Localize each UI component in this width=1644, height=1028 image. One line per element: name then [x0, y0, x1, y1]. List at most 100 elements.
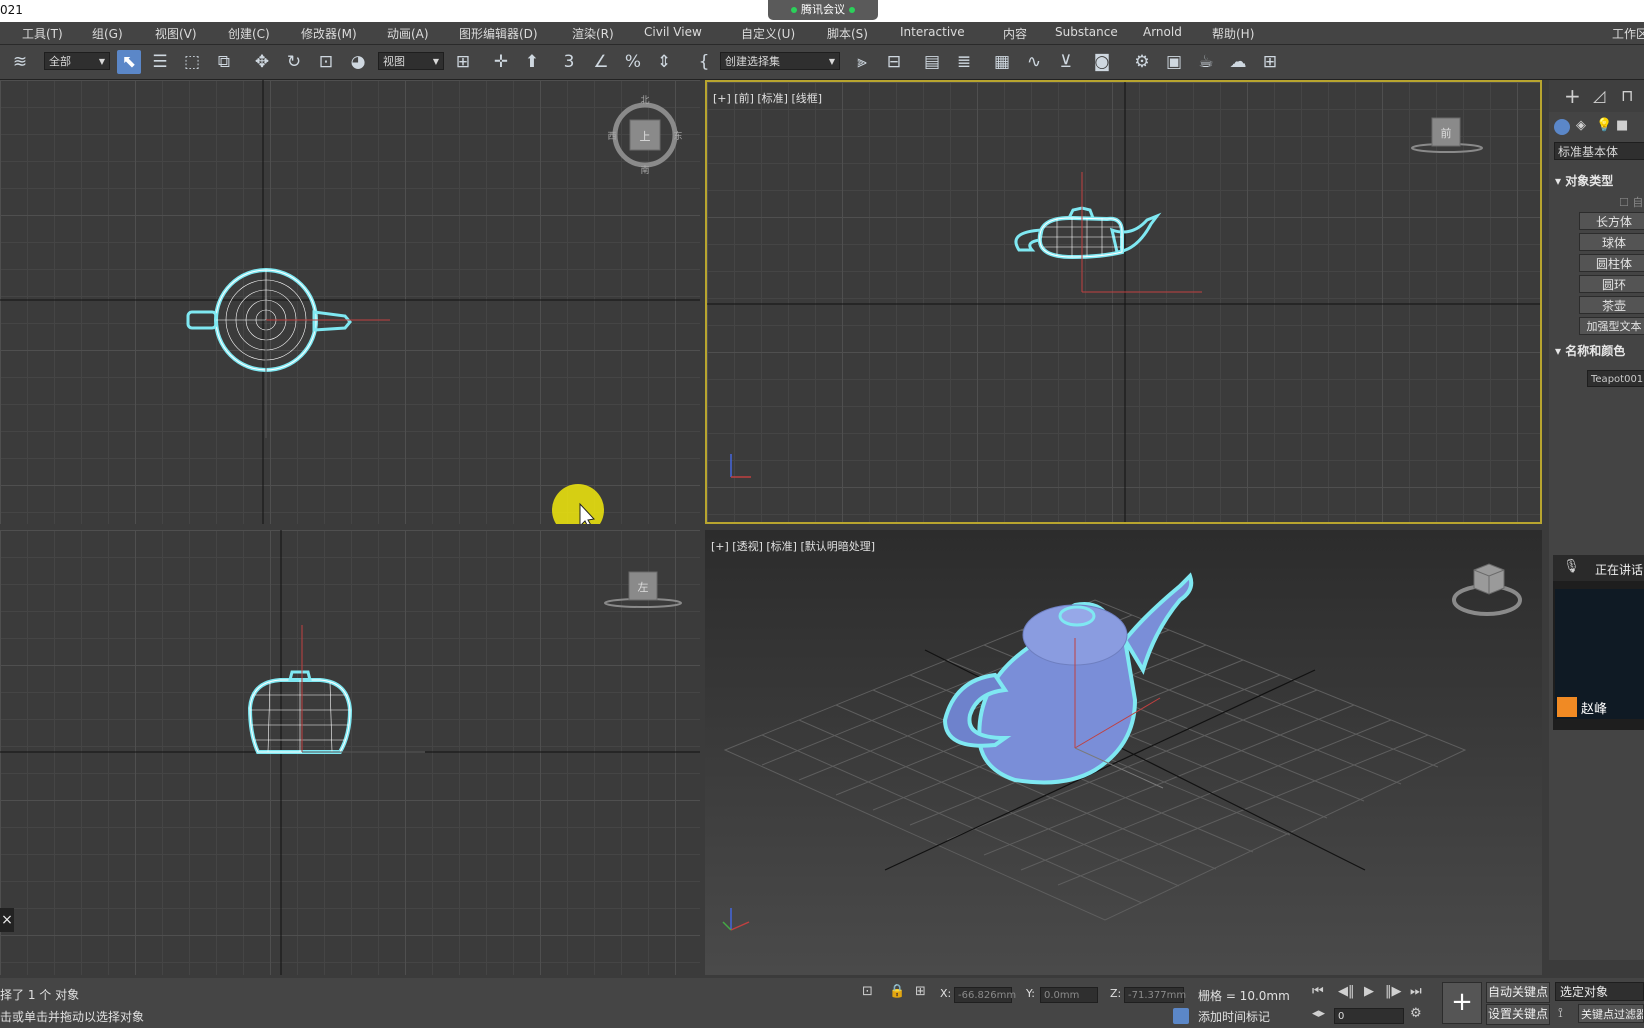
- spinner-snap-icon[interactable]: ⇕: [652, 50, 676, 74]
- render-cloud-icon[interactable]: ☁: [1226, 50, 1250, 74]
- box-button[interactable]: 长方体: [1579, 212, 1644, 230]
- curve-editor-icon[interactable]: ∿: [1022, 50, 1046, 74]
- current-frame-field[interactable]: 0: [1334, 1008, 1404, 1024]
- x-coord-field[interactable]: -66.826mm: [954, 987, 1016, 1003]
- scene-explorer-icon[interactable]: ▤: [920, 50, 944, 74]
- menu-civil-view[interactable]: Civil View: [644, 25, 702, 39]
- key-mode-icon[interactable]: ◂▸: [1312, 1006, 1325, 1021]
- hierarchy-tab-icon[interactable]: ⊓: [1621, 86, 1633, 105]
- set-key-button[interactable]: 设置关键点: [1486, 1004, 1550, 1025]
- next-frame-icon[interactable]: ‖▶: [1385, 984, 1402, 999]
- lights-icon[interactable]: 💡: [1596, 118, 1612, 133]
- geometry-icon[interactable]: [1554, 119, 1570, 135]
- shapes-icon[interactable]: ◈: [1576, 118, 1586, 133]
- object-name-field[interactable]: Teapot001: [1587, 370, 1644, 387]
- sphere-button[interactable]: 球体: [1579, 233, 1644, 251]
- time-config-icon[interactable]: ⚙: [1410, 1006, 1422, 1021]
- menu-animation[interactable]: 动画(A): [387, 25, 429, 42]
- key-filter-icon[interactable]: ⟟: [1558, 1006, 1563, 1021]
- key-filters-button[interactable]: 关键点过滤器: [1578, 1004, 1644, 1023]
- window-crossing-icon[interactable]: ⧉: [212, 50, 236, 74]
- material-editor-icon[interactable]: ◙: [1090, 50, 1114, 74]
- menu-substance[interactable]: Substance: [1055, 25, 1118, 39]
- render-production-icon[interactable]: ☕: [1194, 50, 1218, 74]
- create-tab-icon[interactable]: +: [1564, 84, 1581, 108]
- edit-named-sets-icon[interactable]: {: [692, 50, 716, 74]
- angle-snap-icon[interactable]: ∠: [589, 50, 613, 74]
- menu-views[interactable]: 视图(V): [155, 25, 197, 42]
- viewcube-left[interactable]: 左: [604, 571, 682, 608]
- teapot-button[interactable]: 茶壶: [1579, 296, 1644, 314]
- ribbon-toggle-icon[interactable]: ▦: [990, 50, 1014, 74]
- ref-coord-dropdown[interactable]: 视图 ▼: [378, 52, 444, 70]
- workspace-label[interactable]: 工作区: [1612, 25, 1644, 42]
- rect-region-icon[interactable]: ⬚: [180, 50, 204, 74]
- auto-key-button[interactable]: 自动关键点: [1486, 982, 1550, 1003]
- layers-icon[interactable]: ≋: [8, 50, 32, 74]
- menu-tools[interactable]: 工具(T): [22, 25, 63, 42]
- move-icon[interactable]: ✥: [250, 50, 274, 74]
- teapot-front-wireframe[interactable]: [1014, 206, 1162, 260]
- viewport-top[interactable]: 上 北 南 西 东: [0, 80, 700, 524]
- previous-frame-icon[interactable]: ◀‖: [1338, 984, 1355, 999]
- meeting-indicator[interactable]: 腾讯会议: [768, 0, 878, 20]
- y-coord-field[interactable]: 0.0mm: [1040, 987, 1098, 1003]
- viewport-left[interactable]: 左 ×: [0, 530, 700, 975]
- teapot-left-wireframe[interactable]: [247, 670, 353, 754]
- lock-icon[interactable]: 🔒: [889, 984, 905, 999]
- time-tag-icon[interactable]: [1173, 1008, 1189, 1024]
- menu-interactive[interactable]: Interactive: [900, 25, 965, 39]
- schematic-view-icon[interactable]: ⊻: [1054, 50, 1078, 74]
- cylinder-button[interactable]: 圆柱体: [1579, 254, 1644, 272]
- layer-explorer-icon[interactable]: ≣: [952, 50, 976, 74]
- category-dropdown[interactable]: 标准基本体: [1554, 142, 1644, 160]
- menu-arnold[interactable]: Arnold: [1143, 25, 1182, 39]
- menu-scripting[interactable]: 脚本(S): [827, 25, 868, 42]
- textplus-button[interactable]: 加强型文本: [1579, 317, 1644, 335]
- close-icon[interactable]: ×: [0, 908, 14, 932]
- absolute-mode-icon[interactable]: ⊞: [915, 984, 926, 999]
- add-time-tag[interactable]: 添加时间标记: [1198, 1008, 1270, 1025]
- object-type-rollout[interactable]: ▾ 对象类型: [1555, 172, 1613, 189]
- viewcube-top[interactable]: 上 北 南 西 东: [607, 95, 682, 176]
- rendered-frame-icon[interactable]: ▣: [1162, 50, 1186, 74]
- viewcube-perspective[interactable]: [1452, 563, 1522, 616]
- named-selection-dropdown[interactable]: 创建选择集 ▼: [720, 52, 840, 70]
- select-by-name-icon[interactable]: ☰: [148, 50, 172, 74]
- menu-modifiers[interactable]: 修改器(M): [301, 25, 357, 42]
- percent-snap-icon[interactable]: %: [621, 50, 645, 74]
- render-setup-icon[interactable]: ⚙: [1130, 50, 1154, 74]
- torus-button[interactable]: 圆环: [1579, 275, 1644, 293]
- mirror-icon[interactable]: ⫸: [850, 50, 874, 74]
- menu-customize[interactable]: 自定义(U): [741, 25, 795, 42]
- menu-graph-editors[interactable]: 图形编辑器(D): [459, 25, 538, 42]
- keyboard-shortcut-icon[interactable]: ⬆: [520, 50, 544, 74]
- selection-filter-dropdown[interactable]: 全部 ▼: [44, 52, 110, 70]
- viewcube-front[interactable]: 前: [1411, 117, 1483, 153]
- name-color-rollout[interactable]: ▾ 名称和颜色: [1555, 342, 1625, 359]
- select-manipulate-icon[interactable]: ✛: [489, 50, 513, 74]
- place-icon[interactable]: ◕: [346, 50, 370, 74]
- menu-content[interactable]: 内容: [1003, 25, 1027, 42]
- menu-group[interactable]: 组(G): [92, 25, 123, 42]
- play-icon[interactable]: ▶: [1364, 984, 1374, 999]
- go-to-end-icon[interactable]: ⏭: [1410, 984, 1422, 999]
- align-icon[interactable]: ⊟: [882, 50, 906, 74]
- z-coord-field[interactable]: -71.377mm: [1124, 987, 1186, 1003]
- snap-toggle-icon[interactable]: 3: [557, 50, 581, 74]
- set-key-icon[interactable]: +: [1442, 982, 1482, 1024]
- select-object-icon[interactable]: ⬉: [117, 50, 141, 74]
- key-target-dropdown[interactable]: 选定对象: [1555, 982, 1644, 1001]
- speaker-video[interactable]: 赵峰: [1555, 589, 1644, 719]
- menu-create[interactable]: 创建(C): [228, 25, 270, 42]
- teapot-shaded[interactable]: [942, 572, 1194, 785]
- cameras-icon[interactable]: ■: [1616, 118, 1628, 133]
- modify-tab-icon[interactable]: ◿: [1593, 86, 1605, 105]
- menu-rendering[interactable]: 渲染(R): [572, 25, 614, 42]
- rotate-icon[interactable]: ↻: [282, 50, 306, 74]
- scale-icon[interactable]: ⊡: [314, 50, 338, 74]
- viewport-front[interactable]: [+] [前] [标准] [线框] 前: [705, 80, 1542, 524]
- viewport-perspective[interactable]: [+] [透视] [标准] [默认明暗处理]: [705, 530, 1542, 975]
- render-grid-icon[interactable]: ⊞: [1258, 50, 1282, 74]
- pivot-center-icon[interactable]: ⊞: [451, 50, 475, 74]
